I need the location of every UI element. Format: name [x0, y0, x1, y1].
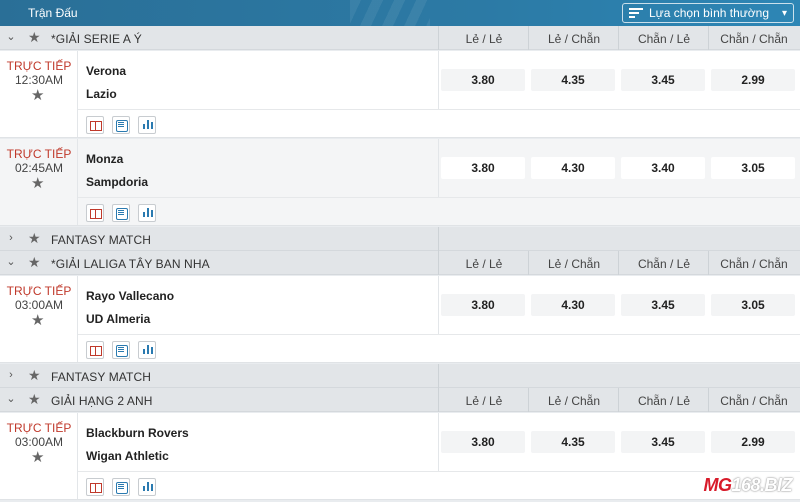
away-team: Wigan Athletic [86, 449, 169, 463]
league-name: FANTASY MATCH [51, 233, 151, 247]
match-row: TRỰC TIẾP 03:00AM ★ Blackburn Rovers Wig… [0, 413, 800, 500]
bar-chart-icon[interactable] [138, 341, 156, 359]
column-header: Chẵn / Lẻ [637, 394, 691, 408]
match-time: 12:30AM [14, 73, 64, 87]
header-decoration [350, 0, 430, 26]
star-icon[interactable]: ★ [28, 230, 42, 246]
star-icon[interactable]: ★ [28, 391, 42, 407]
odds-button[interactable]: 3.40 [621, 157, 705, 179]
odds-button[interactable]: 3.80 [441, 294, 525, 316]
column-header: Lẻ / Chẵn [547, 257, 601, 271]
match-time: 03:00AM [14, 435, 64, 449]
column-header: Chẵn / Lẻ [637, 257, 691, 271]
league-header-serie-a[interactable]: ⌄ ★ *GIẢI SERIE A Ý Lẻ / Lẻ Lẻ / Chẵn Ch… [0, 26, 800, 50]
chevron-down-icon: ▾ [781, 7, 787, 19]
field-icon[interactable] [86, 116, 104, 134]
league-name: *GIẢI LALIGA TÂY BAN NHA [51, 257, 210, 271]
chevron-down-icon[interactable]: ⌄ [4, 30, 18, 44]
star-icon[interactable]: ★ [28, 254, 42, 270]
star-icon[interactable]: ★ [31, 313, 47, 329]
away-team: Sampdoria [86, 175, 149, 189]
column-header: Chẵn / Chẵn [720, 257, 788, 271]
chevron-right-icon[interactable]: › [4, 231, 18, 245]
column-header: Chẵn / Lẻ [637, 32, 691, 46]
sort-icon [629, 7, 643, 19]
league-header-championship[interactable]: ⌄ ★ GIẢI HẠNG 2 ANH Lẻ / Lẻ Lẻ / Chẵn Ch… [0, 388, 800, 412]
scoreboard-icon[interactable] [112, 341, 130, 359]
odds-button[interactable]: 3.05 [711, 294, 795, 316]
star-icon[interactable]: ★ [31, 450, 47, 466]
star-icon[interactable]: ★ [28, 29, 42, 45]
home-team: Monza [86, 152, 124, 166]
odds-button[interactable]: 3.80 [441, 157, 525, 179]
brand-logo: MG168.BIZ [703, 475, 792, 495]
column-header: Lẻ / Lẻ [465, 257, 503, 271]
odds-button[interactable]: 3.45 [621, 69, 705, 91]
odds-button[interactable]: 2.99 [711, 431, 795, 453]
odds-button[interactable]: 4.35 [531, 431, 615, 453]
home-team: Verona [86, 64, 127, 78]
odds-button[interactable]: 2.99 [711, 69, 795, 91]
field-icon[interactable] [86, 478, 104, 496]
sort-dropdown-label: Lựa chọn bình thường [649, 6, 770, 20]
bar-chart-icon[interactable] [138, 204, 156, 222]
league-name: GIẢI HẠNG 2 ANH [51, 394, 153, 408]
column-header: Lẻ / Lẻ [465, 394, 503, 408]
chevron-right-icon[interactable]: › [4, 368, 18, 382]
scoreboard-icon[interactable] [112, 204, 130, 222]
scoreboard-icon[interactable] [112, 478, 130, 496]
league-name: *GIẢI SERIE A Ý [51, 32, 142, 46]
match-row: TRỰC TIẾP 03:00AM ★ Rayo Vallecano UD Al… [0, 276, 800, 363]
league-header-fantasy-match[interactable]: › ★ FANTASY MATCH [0, 364, 800, 388]
odds-button[interactable]: 3.45 [621, 431, 705, 453]
scoreboard-icon[interactable] [112, 116, 130, 134]
chevron-down-icon[interactable]: ⌄ [4, 392, 18, 406]
match-time: 03:00AM [14, 298, 64, 312]
live-status: TRỰC TIẾP [6, 284, 72, 298]
bar-chart-icon[interactable] [138, 116, 156, 134]
star-icon[interactable]: ★ [31, 88, 47, 104]
column-header: Chẵn / Chẵn [720, 394, 788, 408]
page-title: Trận Đấu [28, 6, 78, 20]
away-team: UD Almeria [86, 312, 151, 326]
odds-button[interactable]: 4.35 [531, 69, 615, 91]
league-header-laliga[interactable]: ⌄ ★ *GIẢI LALIGA TÂY BAN NHA Lẻ / Lẻ Lẻ … [0, 251, 800, 275]
column-header: Lẻ / Chẵn [547, 394, 601, 408]
live-status: TRỰC TIẾP [6, 147, 72, 161]
home-team: Blackburn Rovers [86, 426, 189, 440]
live-status: TRỰC TIẾP [6, 421, 72, 435]
league-name: FANTASY MATCH [51, 370, 151, 384]
odds-button[interactable]: 3.80 [441, 69, 525, 91]
odds-button[interactable]: 4.30 [531, 294, 615, 316]
star-icon[interactable]: ★ [31, 176, 47, 192]
away-team: Lazio [86, 87, 117, 101]
column-header: Chẵn / Chẵn [720, 32, 788, 46]
sort-dropdown[interactable]: Lựa chọn bình thường ▾ [622, 3, 794, 23]
match-row: TRỰC TIẾP 12:30AM ★ Verona Lazio 3.80 4.… [0, 51, 800, 138]
star-icon[interactable]: ★ [28, 367, 42, 383]
match-time: 02:45AM [14, 161, 64, 175]
odds-button[interactable]: 3.80 [441, 431, 525, 453]
odds-button[interactable]: 3.45 [621, 294, 705, 316]
live-status: TRỰC TIẾP [6, 59, 72, 73]
top-bar: Trận Đấu Lựa chọn bình thường ▾ [0, 0, 800, 26]
column-header: Lẻ / Chẵn [547, 32, 601, 46]
odds-button[interactable]: 3.05 [711, 157, 795, 179]
field-icon[interactable] [86, 204, 104, 222]
chevron-down-icon[interactable]: ⌄ [4, 255, 18, 269]
bar-chart-icon[interactable] [138, 478, 156, 496]
column-header: Lẻ / Lẻ [465, 32, 503, 46]
league-header-fantasy-match[interactable]: › ★ FANTASY MATCH [0, 227, 800, 251]
odds-button[interactable]: 4.30 [531, 157, 615, 179]
home-team: Rayo Vallecano [86, 289, 175, 303]
field-icon[interactable] [86, 341, 104, 359]
match-row: TRỰC TIẾP 02:45AM ★ Monza Sampdoria 3.80… [0, 139, 800, 226]
